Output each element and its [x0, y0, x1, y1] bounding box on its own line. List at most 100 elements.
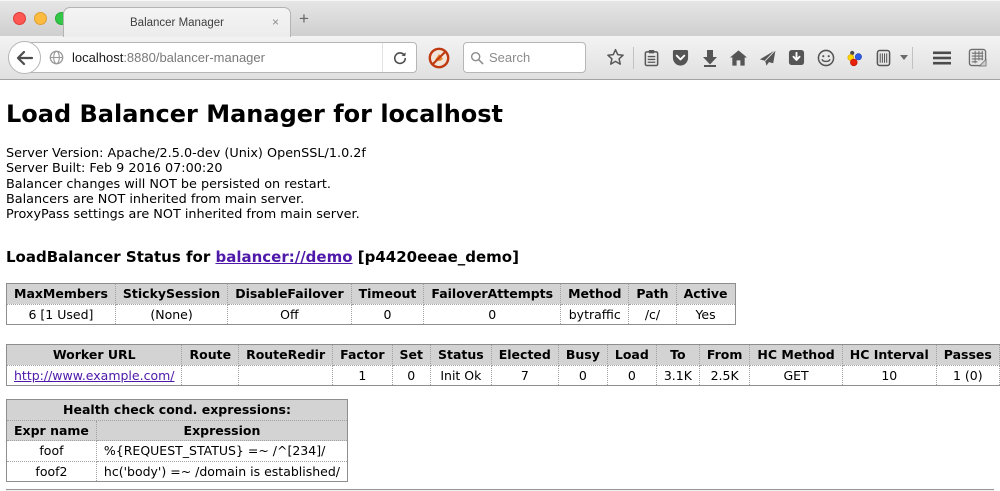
- expr-name-cell: foof: [7, 441, 97, 462]
- server-built-line: Server Built: Feb 9 2016 07:00:20: [6, 161, 994, 176]
- column-header: Timeout: [351, 284, 424, 305]
- menu-button[interactable]: [927, 41, 956, 75]
- browser-tab[interactable]: Balancer Manager ×: [63, 7, 291, 37]
- reload-button[interactable]: [382, 43, 416, 72]
- arrow-down-box-icon: [788, 49, 805, 66]
- column-header: StickySession: [115, 284, 227, 305]
- back-arrow-icon: [16, 51, 34, 65]
- download-arrow-icon: [702, 49, 718, 67]
- content-blocked-button[interactable]: [428, 47, 450, 69]
- column-header: HC Method: [750, 345, 842, 366]
- column-header: MaxMembers: [7, 284, 116, 305]
- table-row: 6 [1 Used] (None) Off 0 0 bytraffic /c/ …: [7, 304, 736, 325]
- toolbar-separator: [633, 47, 634, 69]
- failover-attempts-cell: 0: [424, 304, 561, 325]
- url-text[interactable]: localhost:8880/balancer-manager: [72, 50, 382, 65]
- table-header-row: Expr name Expression: [7, 420, 348, 441]
- minimize-window-button[interactable]: [34, 12, 47, 25]
- home-button[interactable]: [724, 41, 753, 75]
- column-header: Status: [431, 345, 492, 366]
- busy-cell: 0: [558, 365, 607, 386]
- worker-url-link[interactable]: http://www.example.com/: [14, 368, 174, 383]
- new-tab-button[interactable]: +: [299, 9, 309, 29]
- column-header: Route: [182, 345, 239, 366]
- factor-cell: 1: [333, 365, 392, 386]
- smiley-extension-button[interactable]: [811, 41, 840, 75]
- save-to-box-button[interactable]: [782, 41, 811, 75]
- expression-row: foof2 hc('body') =~ /domain is establish…: [7, 461, 348, 482]
- hc-interval-cell: 10: [842, 365, 936, 386]
- health-check-expressions-table: Health check cond. expressions: Expr nam…: [6, 399, 348, 482]
- downloads-button[interactable]: [695, 41, 724, 75]
- column-header: Expression: [96, 420, 347, 441]
- status-heading-suffix: [p4420eeae_demo]: [353, 248, 519, 266]
- column-header: Load: [607, 345, 656, 366]
- bookmark-button[interactable]: [601, 41, 630, 75]
- search-bar[interactable]: [463, 42, 586, 73]
- bookmark-star-icon: [606, 48, 625, 67]
- column-header: Busy: [558, 345, 607, 366]
- worker-status-table: Worker URL Route RouteRedir Factor Set S…: [6, 344, 1000, 386]
- search-magnifier-icon: [470, 51, 484, 65]
- tab-bar: Balancer Manager × +: [0, 0, 1000, 36]
- container-menu-caret[interactable]: [898, 41, 909, 75]
- extension-grid-icon: [968, 48, 987, 67]
- url-bar[interactable]: localhost:8880/balancer-manager: [24, 42, 417, 73]
- close-window-button[interactable]: [13, 12, 26, 25]
- route-cell: [182, 365, 239, 386]
- colored-dots-extension-button[interactable]: [840, 41, 869, 75]
- container-extension-button[interactable]: [869, 41, 898, 75]
- column-header: DisableFailover: [228, 284, 351, 305]
- reading-list-button[interactable]: [637, 41, 666, 75]
- column-header: Active: [676, 284, 735, 305]
- navigation-toolbar: localhost:8880/balancer-manager: [0, 36, 1000, 80]
- server-info: Server Version: Apache/2.5.0-dev (Unix) …: [6, 146, 994, 222]
- content-blocked-icon: [428, 47, 450, 69]
- column-header: Path: [629, 284, 676, 305]
- table-header-row: MaxMembers StickySession DisableFailover…: [7, 284, 736, 305]
- extension-grid-button[interactable]: [963, 41, 992, 75]
- send-plane-icon: [758, 49, 777, 67]
- column-header: Passes: [936, 345, 999, 366]
- passes-cell: 1 (0): [936, 365, 999, 386]
- status-heading-prefix: LoadBalancer Status for: [6, 248, 215, 266]
- pocket-button[interactable]: [666, 41, 695, 75]
- column-header: Expr name: [7, 420, 97, 441]
- url-path: :8880/balancer-manager: [123, 50, 265, 65]
- method-cell: bytraffic: [561, 304, 629, 325]
- persist-notice-line: Balancer changes will NOT be persisted o…: [6, 177, 994, 192]
- home-icon: [729, 49, 748, 67]
- status-cell: Init Ok: [431, 365, 492, 386]
- send-button[interactable]: [753, 41, 782, 75]
- balancer-demo-link[interactable]: balancer://demo: [215, 248, 352, 266]
- container-icon: [876, 49, 891, 67]
- url-domain: localhost: [72, 50, 123, 65]
- sticky-session-cell: (None): [115, 304, 227, 325]
- timeout-cell: 0: [351, 304, 424, 325]
- column-header: Set: [392, 345, 430, 366]
- expr-name-cell: foof2: [7, 461, 97, 482]
- globe-icon: [49, 50, 64, 65]
- smiley-icon: [817, 49, 835, 67]
- column-header: HC Interval: [842, 345, 936, 366]
- set-cell: 0: [392, 365, 430, 386]
- from-cell: 2.5K: [699, 365, 750, 386]
- search-input[interactable]: [489, 50, 579, 65]
- table-header-row: Worker URL Route RouteRedir Factor Set S…: [7, 345, 1000, 366]
- browser-chrome: Balancer Manager × + localhost:8880/bala…: [0, 0, 1000, 80]
- column-header: RouteRedir: [239, 345, 333, 366]
- back-button[interactable]: [8, 41, 41, 74]
- health-table-title: Health check cond. expressions:: [7, 400, 348, 421]
- loadbalancer-status-heading: LoadBalancer Status for balancer://demo …: [6, 248, 994, 266]
- max-members-cell: 6 [1 Used]: [7, 304, 116, 325]
- hc-method-cell: GET: [750, 365, 842, 386]
- chevron-down-icon: [900, 55, 908, 60]
- page-content: Load Balancer Manager for localhost Serv…: [0, 99, 1000, 491]
- worker-row: http://www.example.com/ 1 0 Init Ok 7 0 …: [7, 365, 1000, 386]
- expression-cell: %{REQUEST_STATUS} =~ /^[234]/: [96, 441, 347, 462]
- column-header: Worker URL: [7, 345, 182, 366]
- tab-close-icon[interactable]: ×: [272, 16, 279, 28]
- pocket-icon: [671, 49, 690, 67]
- elected-cell: 7: [491, 365, 558, 386]
- column-header: Factor: [333, 345, 392, 366]
